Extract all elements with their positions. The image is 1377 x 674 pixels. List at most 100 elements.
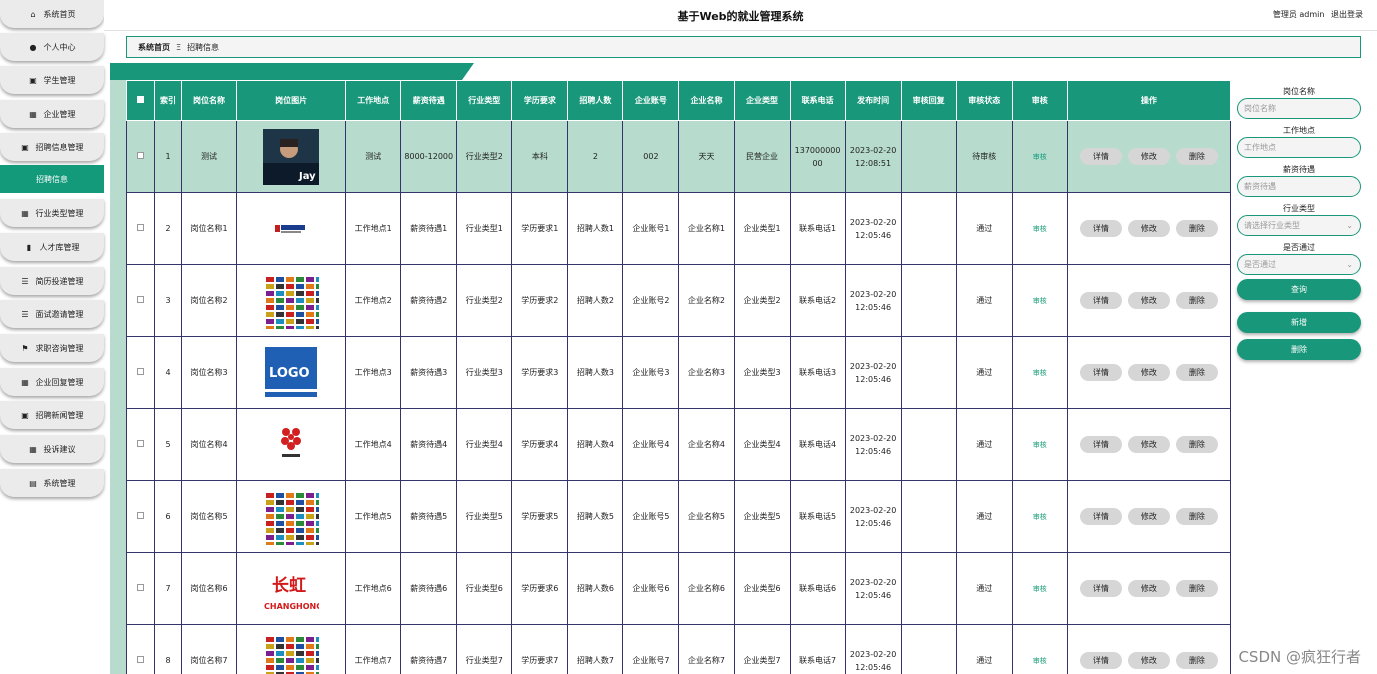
delete-button[interactable]: 删除: [1237, 339, 1361, 360]
table-row[interactable]: 7 岗位名称6 长虹 CHANGHONG 工作地点6 薪资待遇6 行业类型6 学历要求6 招聘人…: [125, 552, 1231, 625]
industry-select[interactable]: 请选择行业类型 ⌄: [1237, 215, 1361, 236]
table-row[interactable]: 4 岗位名称3 LOGO 工作地点3 薪资待遇3 行业类型3 学历要求3 招聘人数3 企业账号3…: [125, 336, 1231, 409]
delete-row-button[interactable]: 删除: [1175, 508, 1218, 525]
publish-date: 2023-02-20: [849, 145, 897, 155]
table-row[interactable]: 5 岗位名称4 工作地点4 薪资待遇4 行业类型4 学历要求4 招聘人数4 企业账号4 企业名称…: [125, 408, 1231, 481]
audit-link[interactable]: 审核: [1033, 153, 1047, 161]
row-checkbox[interactable]: [137, 224, 144, 231]
edit-button[interactable]: 修改: [1127, 148, 1170, 165]
edu-cell: 学历要求2: [511, 264, 569, 337]
sidebar-item[interactable]: ▣ 学生管理: [0, 66, 104, 94]
sidebar-item[interactable]: ▮ 人才库管理: [0, 233, 104, 261]
sidebar-item-label: 招聘信息管理: [35, 142, 84, 152]
detail-button[interactable]: 详情: [1079, 580, 1122, 597]
salary-cell: 8000-12000: [400, 120, 458, 193]
grid-icon: ▦: [29, 444, 37, 454]
account-cell: 企业账号6: [622, 552, 680, 625]
table-row[interactable]: 1 测试 Jay 测试 8000-12000 行业类型2 本科 2 002 天天 民营企业 13700…: [125, 120, 1231, 193]
sidebar-item[interactable]: ☰ 简历投递管理: [0, 267, 104, 295]
delete-row-button[interactable]: 删除: [1175, 652, 1218, 669]
work-place-input[interactable]: 工作地点: [1237, 137, 1361, 158]
post-name-input[interactable]: 岗位名称: [1237, 98, 1361, 119]
delete-row-button[interactable]: 删除: [1175, 364, 1218, 381]
row-checkbox[interactable]: [137, 512, 144, 519]
publish-time: 12:05:46: [855, 662, 892, 672]
add-button[interactable]: 新增: [1237, 312, 1361, 333]
sidebar-item[interactable]: ▣ 招聘信息管理: [0, 133, 104, 161]
row-checkbox[interactable]: [137, 152, 144, 159]
row-checkbox[interactable]: [137, 656, 144, 663]
salary-cell: 薪资待遇2: [400, 264, 458, 337]
row-checkbox[interactable]: [137, 584, 144, 591]
audit-link[interactable]: 审核: [1033, 513, 1047, 521]
idx-cell: 6: [154, 480, 183, 553]
clipboard-icon: ▣: [29, 75, 37, 85]
row-checkbox[interactable]: [137, 296, 144, 303]
logout-link[interactable]: 退出登录: [1331, 10, 1363, 19]
edu-cell: 学历要求3: [511, 336, 569, 409]
sidebar-item[interactable]: ● 个人中心: [0, 33, 104, 61]
account-cell: 企业账号5: [622, 480, 680, 553]
sidebar-item[interactable]: ▦ 企业回复管理: [0, 368, 104, 396]
detail-button[interactable]: 详情: [1079, 220, 1122, 237]
table-row[interactable]: 8 岗位名称7 工作地点7 薪资待遇7 行业类型7 学历要求7 招聘人数7 企业账号7 企业名称…: [125, 624, 1231, 674]
detail-button[interactable]: 详情: [1079, 292, 1122, 309]
edit-button[interactable]: 修改: [1127, 436, 1170, 453]
select-all-checkbox[interactable]: [137, 96, 144, 103]
sidebar-item[interactable]: ▤ 系统管理: [0, 469, 104, 497]
table-row[interactable]: 2 岗位名称1 工作地点1 薪资待遇1 行业类型1 学历要求1 招聘人数1 企业账号1 企业名称…: [125, 192, 1231, 265]
status-cell: 通过: [955, 480, 1013, 553]
idx-cell: 4: [154, 336, 183, 409]
edit-button[interactable]: 修改: [1127, 220, 1170, 237]
place-cell: 工作地点3: [345, 336, 402, 409]
sidebar-item[interactable]: ⌂ 系统首页: [0, 0, 104, 28]
edit-button[interactable]: 修改: [1127, 652, 1170, 669]
reply-cell: [900, 264, 957, 337]
row-checkbox[interactable]: [137, 440, 144, 447]
delete-row-button[interactable]: 删除: [1175, 436, 1218, 453]
account-cell: 企业账号7: [622, 624, 680, 674]
edit-button[interactable]: 修改: [1127, 580, 1170, 597]
sidebar-item[interactable]: ▦ 企业管理: [0, 100, 104, 128]
table-row[interactable]: 6 岗位名称5 工作地点5 薪资待遇5 行业类型5 学历要求5 招聘人数5 企业账号5 企业名称…: [125, 480, 1231, 553]
sidebar-item[interactable]: 招聘信息: [0, 165, 104, 193]
audit-link[interactable]: 审核: [1033, 297, 1047, 305]
sidebar-item[interactable]: ▦ 投诉建议: [0, 435, 104, 463]
watermark: CSDN @疯狂行者: [1238, 648, 1361, 666]
place-cell: 工作地点1: [345, 192, 402, 265]
ctype-cell: 企业类型7: [733, 624, 791, 674]
sidebar-item[interactable]: ▣ 招聘新闻管理: [0, 401, 104, 429]
table-row[interactable]: 3 岗位名称2 工作地点2 薪资待遇2 行业类型2 学历要求2 招聘人数2 企业账号2 企业名称…: [125, 264, 1231, 337]
delete-row-button[interactable]: 删除: [1175, 220, 1218, 237]
sidebar-item[interactable]: ☰ 面试邀请管理: [0, 300, 104, 328]
row-checkbox[interactable]: [137, 368, 144, 375]
detail-button[interactable]: 详情: [1079, 364, 1122, 381]
delete-row-button[interactable]: 删除: [1175, 292, 1218, 309]
detail-button[interactable]: 详情: [1079, 508, 1122, 525]
delete-row-button[interactable]: 删除: [1175, 148, 1218, 165]
audit-link[interactable]: 审核: [1033, 225, 1047, 233]
changhong-en-text: CHANGHONG: [264, 602, 319, 611]
audit-link[interactable]: 审核: [1033, 657, 1047, 665]
detail-button[interactable]: 详情: [1079, 148, 1122, 165]
salary-input[interactable]: 薪资待遇: [1237, 176, 1361, 197]
sidebar-item[interactable]: ⚑ 求职咨询管理: [0, 334, 104, 362]
pass-select[interactable]: 是否通过 ⌄: [1237, 254, 1361, 275]
industry-cell: 行业类型2: [456, 120, 513, 193]
query-button[interactable]: 查询: [1237, 279, 1361, 300]
edit-button[interactable]: 修改: [1127, 508, 1170, 525]
audit-link[interactable]: 审核: [1033, 441, 1047, 449]
breadcrumb-home[interactable]: 系统首页: [138, 42, 170, 53]
sidebar-item[interactable]: ▦ 行业类型管理: [0, 199, 104, 227]
audit-link[interactable]: 审核: [1033, 369, 1047, 377]
edit-button[interactable]: 修改: [1127, 292, 1170, 309]
edit-button[interactable]: 修改: [1127, 364, 1170, 381]
audit-link[interactable]: 审核: [1033, 585, 1047, 593]
detail-button[interactable]: 详情: [1079, 652, 1122, 669]
breadcrumb-separator-icon: Ξ: [176, 42, 182, 52]
audit-cell: 审核: [1011, 120, 1068, 193]
detail-button[interactable]: 详情: [1079, 436, 1122, 453]
delete-row-button[interactable]: 删除: [1175, 580, 1218, 597]
reply-cell: [900, 552, 957, 625]
place-cell: 工作地点6: [345, 552, 402, 625]
